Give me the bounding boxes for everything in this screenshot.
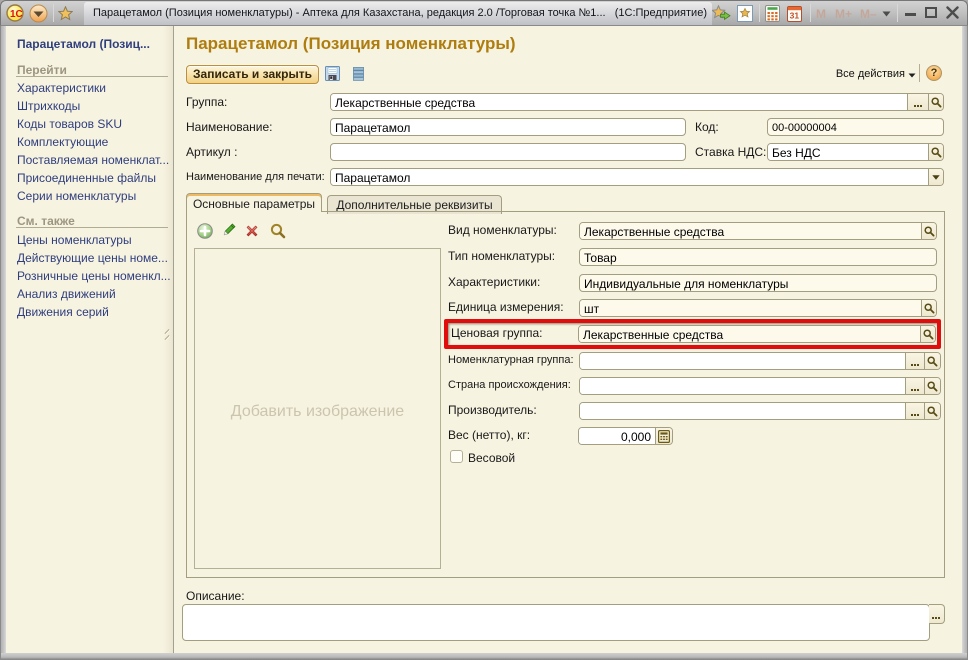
svg-text:1С: 1С [10,9,23,20]
svg-text:31: 31 [790,11,800,21]
